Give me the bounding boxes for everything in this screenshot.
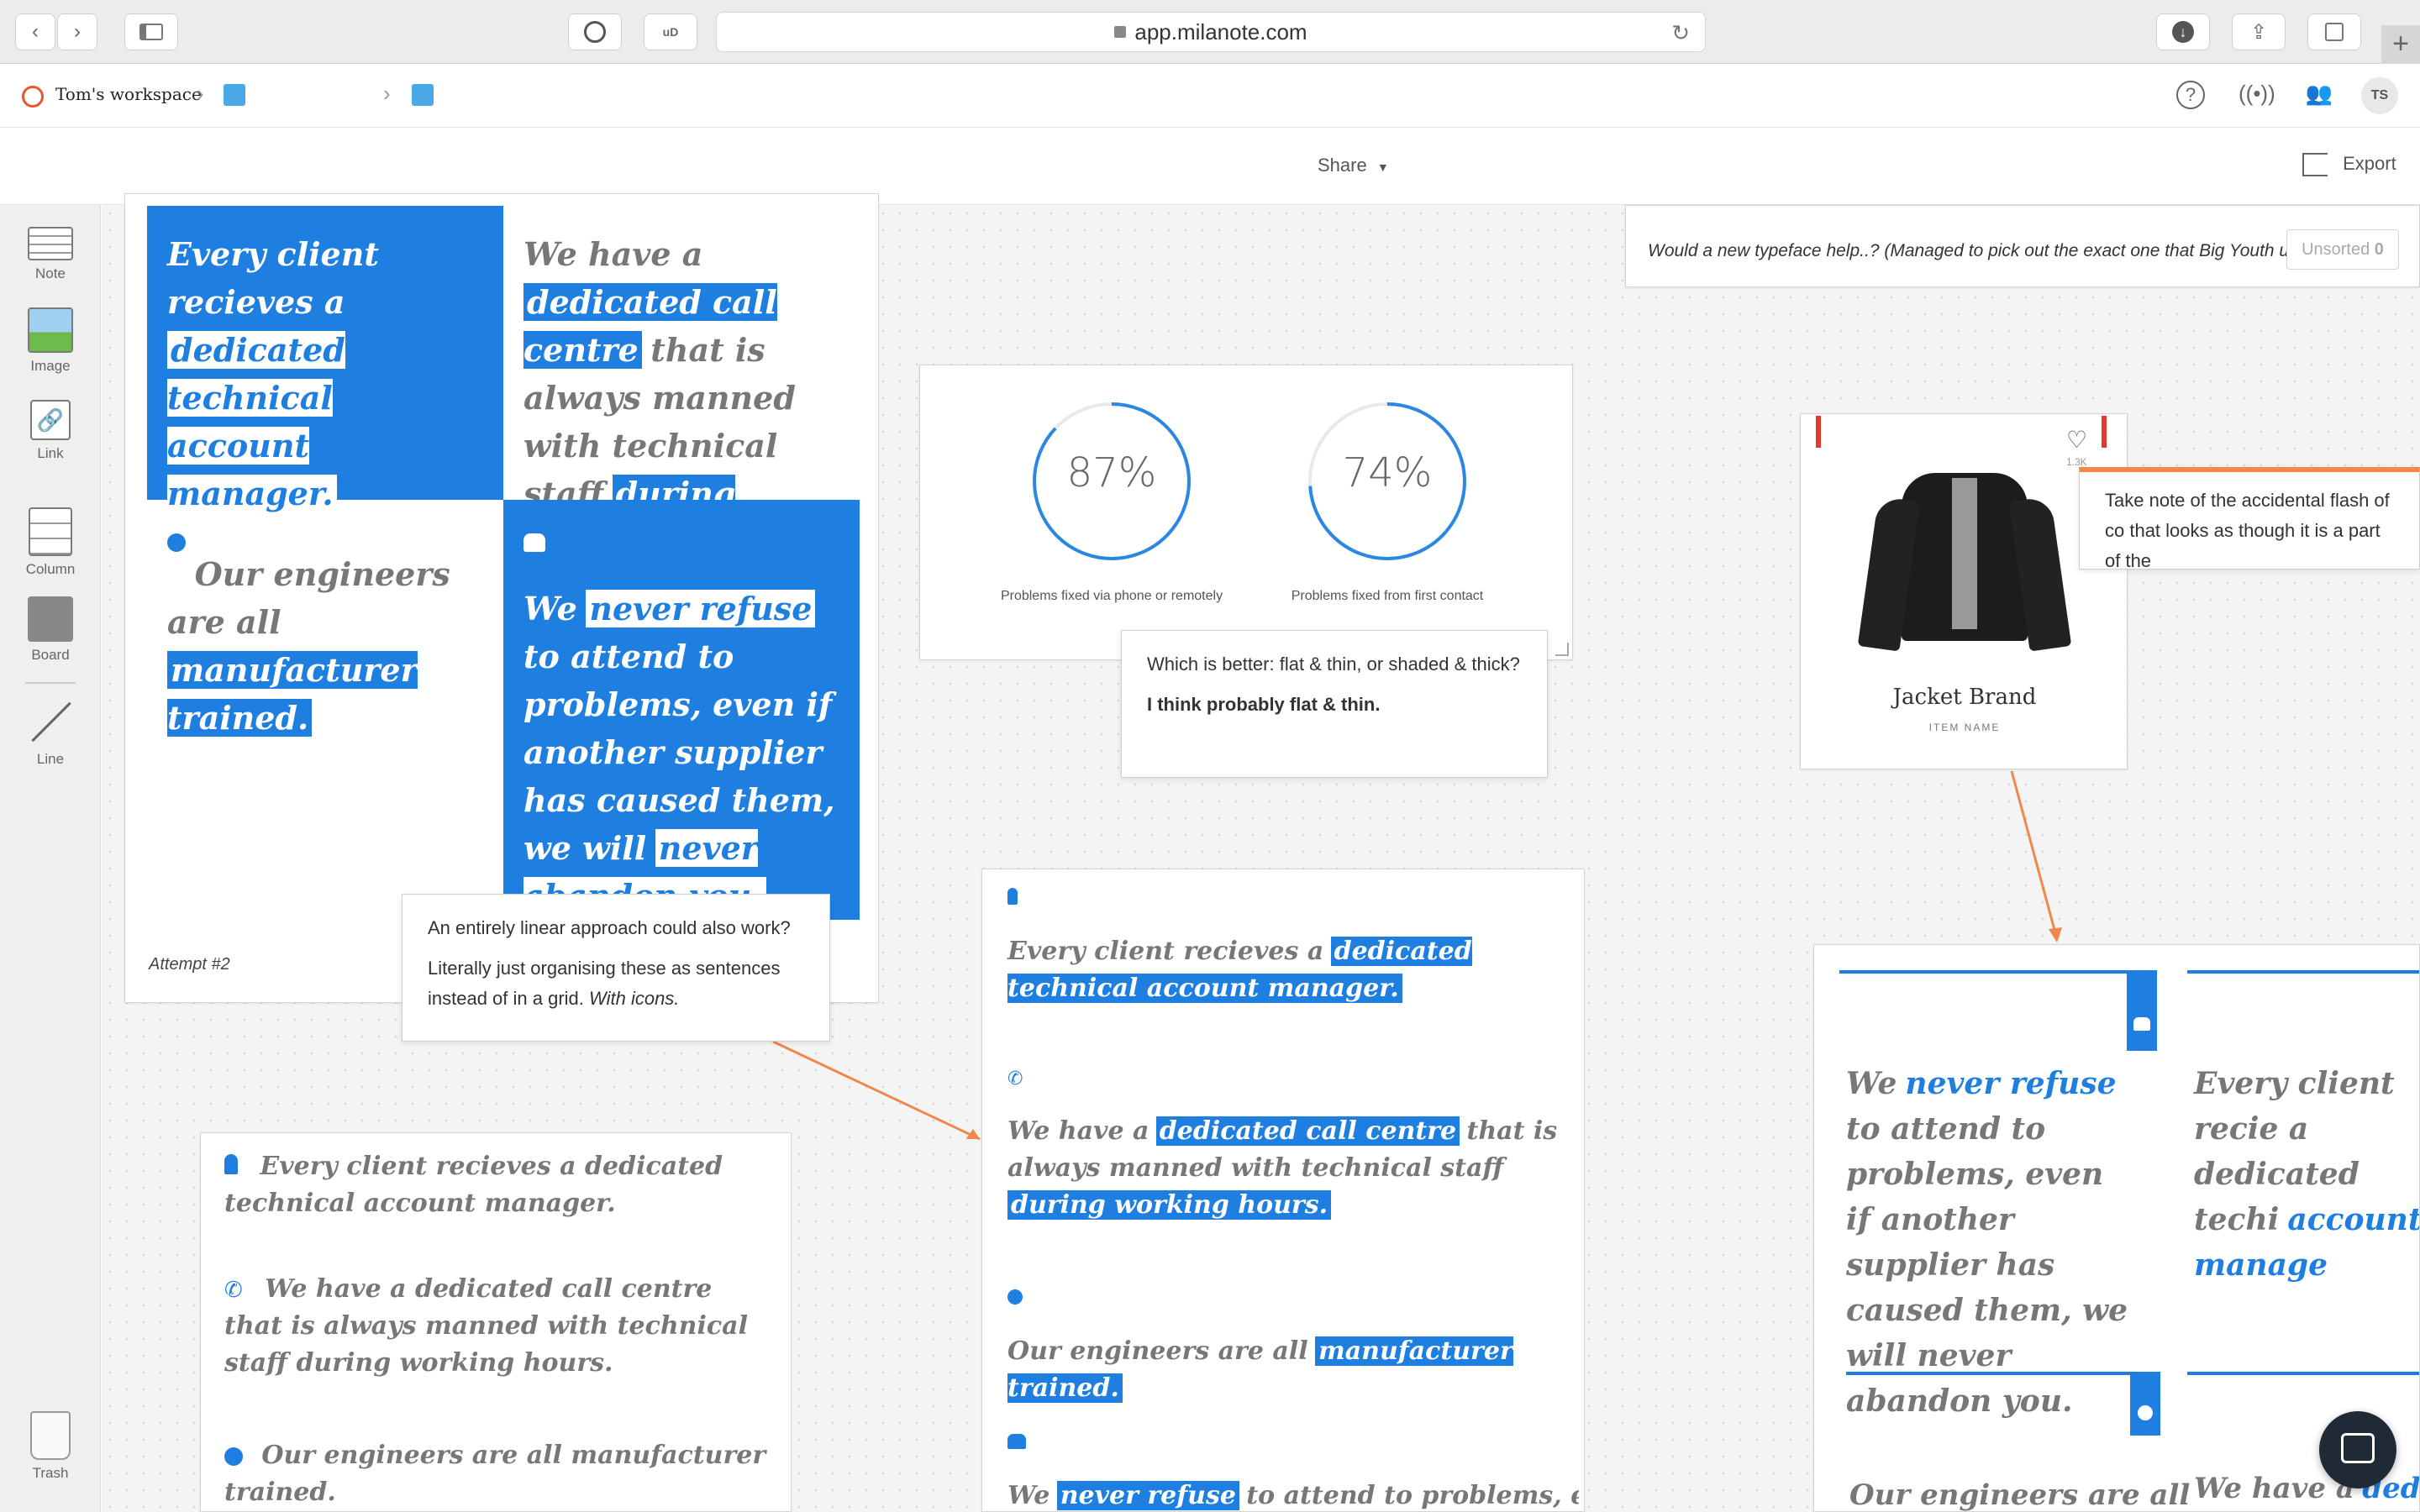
accent-bar-left — [1816, 416, 1821, 448]
column-3-tab — [2130, 1372, 2160, 1436]
unsorted-badge[interactable]: Unsorted 0 — [2286, 229, 2399, 270]
typeface-note-text: Would a new typeface help..? (Managed to… — [1648, 241, 2303, 260]
grid-bl-highlight: manufacturer trained. — [167, 651, 418, 737]
unsorted-label: Unsorted — [2302, 240, 2370, 259]
typeface-note[interactable]: Would a new typeface help..? (Managed to… — [1625, 205, 2420, 287]
note-linear[interactable]: An entirely linear approach could also w… — [402, 894, 830, 1042]
center-item-4-highlight: never refuse — [1056, 1481, 1239, 1510]
checkmark-icon — [1007, 1289, 1023, 1309]
linear-item-2-text: We have a dedicated call centre that is … — [224, 1274, 748, 1378]
person-icon — [224, 1154, 238, 1174]
chat-launcher-button[interactable] — [2319, 1411, 2396, 1488]
people-group-icon — [1007, 1434, 1026, 1453]
likes-count: 1.3K — [2066, 456, 2087, 468]
center-item-3: Our engineers are all manufacturer train… — [1007, 1333, 1562, 1407]
note-linear-line1: An entirely linear approach could also w… — [428, 917, 791, 938]
phone-icon: ✆ — [1007, 1068, 1023, 1089]
column-2-rule — [2187, 970, 2419, 974]
column-4-rule — [2187, 1372, 2419, 1375]
grid-card[interactable]: Every client recieves a dedicated techni… — [124, 193, 879, 1003]
person-icon — [1007, 888, 1018, 909]
stat1-value: 87% — [1066, 449, 1157, 496]
checkmark-icon — [224, 1447, 243, 1467]
grid-tr-text: We have a — [523, 235, 703, 273]
linear-list-card[interactable]: Every client recieves a dedicated techni… — [200, 1132, 792, 1512]
column-2-text: Every client recie a dedicated techi acc… — [2194, 1061, 2419, 1288]
column-1-tab — [2127, 970, 2157, 1051]
orange-note[interactable]: Take note of the accidental flash of co … — [2079, 467, 2420, 571]
column-1-text: We never refuse to attend to problems, e… — [1846, 1061, 2132, 1424]
people-group-icon — [2133, 1017, 2150, 1031]
chat-icon — [2341, 1433, 2375, 1463]
linear-list-item-1: Every client recieves a dedicated techni… — [224, 1148, 771, 1222]
column-1-highlight: never refuse — [1905, 1066, 2117, 1101]
column-1-rule — [1839, 970, 2150, 974]
stat2-label: Problems fixed from first contact — [1291, 589, 1484, 603]
phone-icon: ✆ — [224, 1277, 243, 1302]
center-item-1-text: Every client recieves a — [1007, 937, 1324, 966]
column-3-rule — [1846, 1372, 2157, 1375]
center-item-2-text: We have a — [1007, 1116, 1150, 1146]
center-item-2-highlight-2: during working hours. — [1007, 1190, 1332, 1220]
stats-card[interactable]: 87% Problems fixed via phone or remotely… — [919, 365, 1573, 660]
note-linear-emphasis: With icons. — [589, 988, 680, 1009]
heart-icon[interactable]: ♡ — [2066, 426, 2087, 454]
center-item-4: We never refuse to attend to problems, e… — [1007, 1478, 1579, 1512]
center-item-4-post: to attend to problems, even if — [1246, 1481, 1579, 1510]
connector-line-1 — [772, 1040, 981, 1141]
jacket-image — [1857, 465, 2072, 666]
note-flat-question: Which is better: flat & thin, or shaded … — [1147, 654, 1520, 675]
grid-cell-bottom-right: We never refuse to attend to problems, e… — [503, 500, 860, 920]
grid-cell-bottom-left: Our engineers are all manufacturer train… — [147, 500, 503, 920]
stat2-value: 74% — [1342, 449, 1433, 496]
linear-item-1-text: Every client recieves a dedicated techni… — [224, 1152, 723, 1218]
connector-arrow-2 — [2049, 927, 2062, 942]
grid-br-text: We — [523, 590, 577, 627]
linear-item-3-text: Our engineers are all manufacturer train… — [224, 1441, 766, 1507]
unsorted-count: 0 — [2374, 240, 2384, 259]
grid-br-highlight-1: never refuse — [586, 590, 816, 627]
grid-tl-highlight: dedicated technical account manager. — [167, 331, 345, 512]
center-item-4-text: We — [1007, 1481, 1050, 1510]
grid-caption: Attempt #2 — [149, 955, 230, 974]
people-group-icon — [523, 533, 545, 552]
column-1-pre: We — [1846, 1066, 1897, 1101]
center-list-card[interactable]: Every client recieves a dedicated techni… — [981, 869, 1585, 1512]
connector-line-2 — [2010, 770, 2059, 940]
linear-list-item-2: ✆ We have a dedicated call centre that i… — [224, 1271, 771, 1382]
center-item-1: Every client recieves a dedicated techni… — [1007, 933, 1562, 1007]
note-flat-answer: I think probably flat & thin. — [1147, 694, 1381, 715]
grid-tl-text: Every client recieves a — [167, 235, 379, 321]
resize-handle[interactable] — [1555, 643, 1569, 656]
checkmark-icon — [167, 533, 186, 552]
stat1-label: Problems fixed via phone or remotely — [1000, 589, 1223, 603]
checkmark-icon — [2138, 1405, 2153, 1420]
center-item-2-highlight-1: dedicated call centre — [1155, 1116, 1460, 1146]
grid-cell-top-right: We have a dedicated call centre that is … — [503, 206, 860, 560]
grid-cell-top-left: Every client recieves a dedicated techni… — [147, 206, 503, 512]
column-3-text: Our engineers are all — [1849, 1474, 2190, 1511]
note-flat-thin[interactable]: Which is better: flat & thin, or shaded … — [1121, 630, 1548, 778]
column-3-body: Our engineers are all — [1849, 1478, 2191, 1512]
jacket-brand: Jacket Brand — [1892, 685, 2037, 710]
center-item-2: We have a dedicated call centre that is … — [1007, 1113, 1562, 1224]
accent-bar-right — [2102, 416, 2107, 448]
grid-bl-text: Our engineers are all — [167, 555, 450, 641]
orange-note-text: Take note of the accidental flash of co … — [2105, 490, 2390, 571]
center-item-3-text: Our engineers are all — [1007, 1336, 1308, 1366]
linear-list-item-3: Our engineers are all manufacturer train… — [224, 1437, 771, 1511]
jacket-item-name: ITEM NAME — [1928, 722, 2001, 733]
